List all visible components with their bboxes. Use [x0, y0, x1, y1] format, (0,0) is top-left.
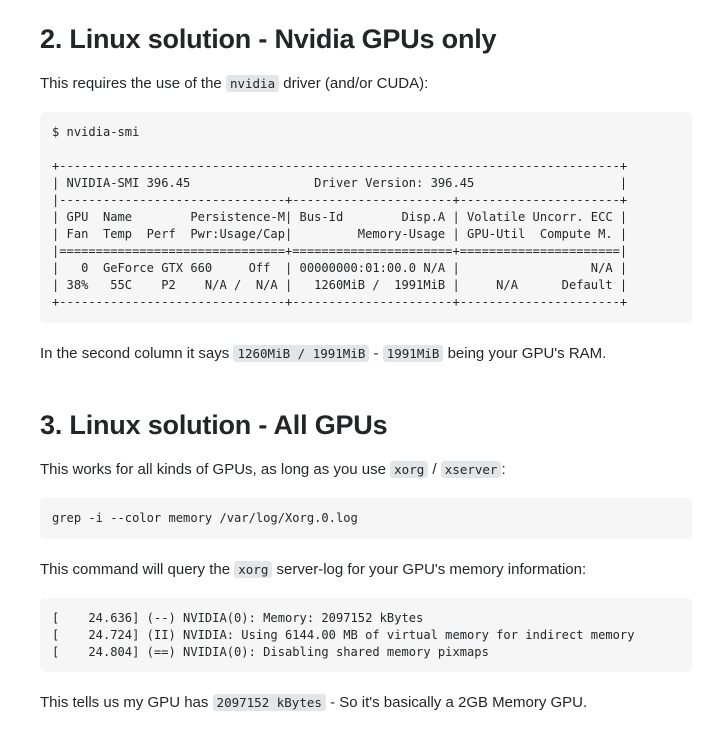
nvidia-intro-text-after: driver (and/or CUDA):	[279, 75, 429, 92]
conclusion-text-after: - So it's basically a 2GB Memory GPU.	[325, 694, 588, 711]
nvidia-driver-code: nvidia	[225, 75, 280, 92]
section-heading-nvidia: 2. Linux solution - Nvidia GPUs only	[40, 24, 497, 54]
query-paragraph: This command will query the xorg server-…	[40, 560, 586, 580]
conclusion-paragraph: This tells us my GPU has 2097152 kBytes …	[40, 693, 587, 713]
all-gpus-intro-text-after: :	[501, 461, 506, 478]
section-heading-all-gpus: 3. Linux solution - All GPUs	[40, 410, 388, 440]
all-gpus-intro-sep: /	[428, 461, 441, 478]
query-text-after: server-log for your GPU's memory informa…	[272, 561, 587, 578]
nvidia-intro-paragraph: This requires the use of the nvidia driv…	[40, 74, 428, 94]
grep-command-code-block[interactable]: grep -i --color memory /var/log/Xorg.0.l…	[40, 498, 692, 539]
query-text-before: This command will query the	[40, 561, 235, 578]
nvidia-intro-text-before: This requires the use of the	[40, 75, 226, 92]
conclusion-text-before: This tells us my GPU has	[40, 694, 213, 711]
all-gpus-intro-paragraph: This works for all kinds of GPUs, as lon…	[40, 460, 506, 480]
xserver-code: xserver	[440, 461, 502, 478]
second-column-text-before: In the second column it says	[40, 345, 234, 362]
second-column-text-after: being your GPU's RAM.	[443, 345, 607, 362]
xorg-query-code: xorg	[234, 561, 273, 578]
all-gpus-intro-text-before: This works for all kinds of GPUs, as lon…	[40, 461, 391, 478]
memory-kbytes-code: 2097152 kBytes	[212, 694, 326, 711]
nvidia-smi-code-block[interactable]: $ nvidia-smi +--------------------------…	[40, 112, 692, 323]
xorg-log-code-block[interactable]: [ 24.636] (--) NVIDIA(0): Memory: 209715…	[40, 598, 692, 672]
xorg-code: xorg	[390, 461, 429, 478]
memory-usage-code: 1260MiB / 1991MiB	[233, 345, 370, 362]
total-memory-code: 1991MiB	[382, 345, 444, 362]
second-column-paragraph: In the second column it says 1260MiB / 1…	[40, 344, 606, 364]
second-column-text-mid: -	[369, 345, 383, 362]
